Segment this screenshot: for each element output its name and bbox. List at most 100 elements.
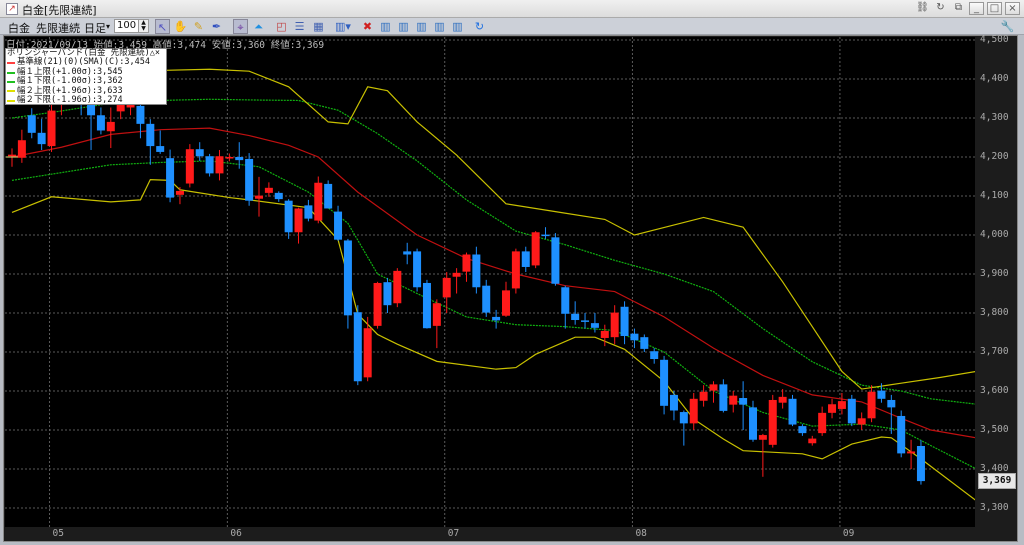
period-selector[interactable]: 日足 — [84, 20, 106, 36]
indicator-menu-icon[interactable]: ▥▾ — [335, 19, 351, 34]
title-bar: ↗ 白金[先限連続] ⛓ ↻ ⧉ _ □ × — [0, 0, 1024, 18]
refresh-window-icon[interactable]: ↻ — [933, 2, 948, 15]
candle-down — [156, 146, 165, 152]
candle-down — [590, 323, 599, 328]
legend-swatch — [7, 99, 15, 102]
bollinger-legend[interactable]: ボリンジャーバンド(白金 先限連続)△× 基準線(21)(0)(SMA)(C):… — [5, 48, 167, 105]
candle-up — [393, 270, 402, 304]
refresh-icon[interactable]: ↻ — [472, 19, 487, 34]
candle-down — [669, 394, 678, 411]
candle-down — [403, 251, 412, 255]
candle-up — [699, 391, 708, 401]
chart-window-icon[interactable]: ◰ — [274, 19, 289, 34]
indicator-1-icon[interactable]: ▥ — [378, 19, 393, 34]
candle-down — [492, 316, 501, 321]
candle-down — [719, 384, 728, 411]
settings-wrench-icon[interactable]: 🔧 — [1000, 19, 1015, 34]
crosshair-icon[interactable]: ⌖ — [233, 19, 248, 34]
maximize-button[interactable]: □ — [987, 2, 1002, 15]
window-title: 白金[先限連続] — [22, 4, 97, 17]
y-tick-label: 3,900 — [980, 268, 1009, 279]
candle-up — [462, 254, 471, 272]
indicator-5-icon[interactable]: ▥ — [450, 19, 465, 34]
circle-up-icon[interactable]: ⏶ — [251, 19, 266, 34]
candle-down — [749, 407, 757, 440]
x-month-label: 08 — [635, 528, 647, 539]
candle-down — [581, 320, 590, 322]
y-tick-label: 4,100 — [980, 190, 1009, 201]
candle-down — [235, 157, 244, 161]
minimize-button[interactable]: _ — [969, 2, 984, 15]
candle-up — [778, 396, 787, 403]
candle-down — [561, 287, 570, 314]
candle-up — [175, 190, 184, 195]
legend-swatch — [7, 71, 15, 74]
x-month-label: 06 — [230, 528, 242, 539]
indicator-4-icon[interactable]: ▥ — [432, 19, 447, 34]
contract-selector[interactable]: 先限連続 — [36, 20, 80, 36]
candle-up — [185, 149, 194, 184]
candle-down — [37, 132, 46, 145]
candle-down — [334, 211, 343, 240]
draw-tool-icon[interactable]: ✒ — [209, 19, 224, 34]
y-tick-label: 4,200 — [980, 151, 1009, 162]
candle-up — [531, 232, 540, 266]
candle-down — [27, 115, 36, 133]
candle-down — [660, 359, 669, 406]
candle-down — [571, 313, 580, 321]
candle-down — [383, 282, 392, 306]
candle-up — [511, 251, 520, 289]
candle-down — [343, 240, 352, 316]
candle-down — [679, 412, 688, 424]
candle-up — [610, 312, 619, 338]
period-dropdown-icon[interactable]: ▾ — [106, 22, 110, 31]
candle-down — [877, 390, 886, 399]
y-tick-label: 3,500 — [980, 424, 1009, 435]
pencil-icon[interactable]: ✎ — [191, 19, 206, 34]
copy-window-icon[interactable]: ⧉ — [951, 2, 966, 15]
candle-down — [788, 398, 797, 425]
candle-up — [314, 182, 323, 221]
remove-indicator-icon[interactable]: ✖ — [360, 19, 375, 34]
candle-up — [17, 140, 26, 158]
candle-down — [422, 282, 431, 329]
y-tick-label: 4,400 — [980, 73, 1009, 84]
close-button[interactable]: × — [1005, 2, 1020, 15]
grid-icon[interactable]: ▦ — [311, 19, 326, 34]
link-icon[interactable]: ⛓ — [915, 2, 930, 15]
y-tick-label: 3,300 — [980, 502, 1009, 513]
commodity-selector[interactable]: 白金 — [8, 20, 30, 36]
candle-down — [897, 415, 906, 454]
candle-up — [373, 282, 382, 326]
x-month-label: 07 — [447, 528, 460, 539]
hand-tool-icon[interactable]: ✋ — [173, 19, 188, 34]
candle-up — [828, 404, 837, 413]
candle-down — [630, 333, 639, 341]
y-tick-label: 3,700 — [980, 346, 1009, 357]
candle-up — [432, 303, 441, 326]
indicator-3-icon[interactable]: ▥ — [414, 19, 429, 34]
candle-down — [284, 200, 293, 233]
candle-down — [739, 398, 748, 405]
candle-down — [472, 254, 481, 288]
legend-label: 幅２下限(-1.96σ):3,274 — [17, 95, 123, 106]
candle-up — [8, 154, 16, 157]
candle-up — [255, 195, 263, 199]
candle-down — [146, 123, 155, 147]
indicator-2-icon[interactable]: ▥ — [396, 19, 411, 34]
horizontal-grid-icon[interactable]: ☰ — [292, 19, 307, 34]
x-month-label: 09 — [842, 528, 855, 539]
candle-down — [274, 192, 283, 200]
candle-down — [620, 306, 629, 337]
bar-count-spinner[interactable]: ▲ ▼ — [138, 19, 149, 33]
candle-up — [502, 290, 510, 316]
cursor-tool-icon[interactable]: ↖ — [155, 19, 170, 34]
candle-down — [166, 158, 175, 198]
candle-down — [304, 205, 313, 219]
candlestick-chart[interactable] — [5, 37, 975, 527]
candle-down — [798, 426, 807, 434]
last-price-tag: 3,369 — [978, 473, 1016, 489]
candle-up — [264, 187, 273, 193]
candle-up — [363, 328, 372, 378]
y-tick-label: 3,800 — [980, 307, 1009, 318]
